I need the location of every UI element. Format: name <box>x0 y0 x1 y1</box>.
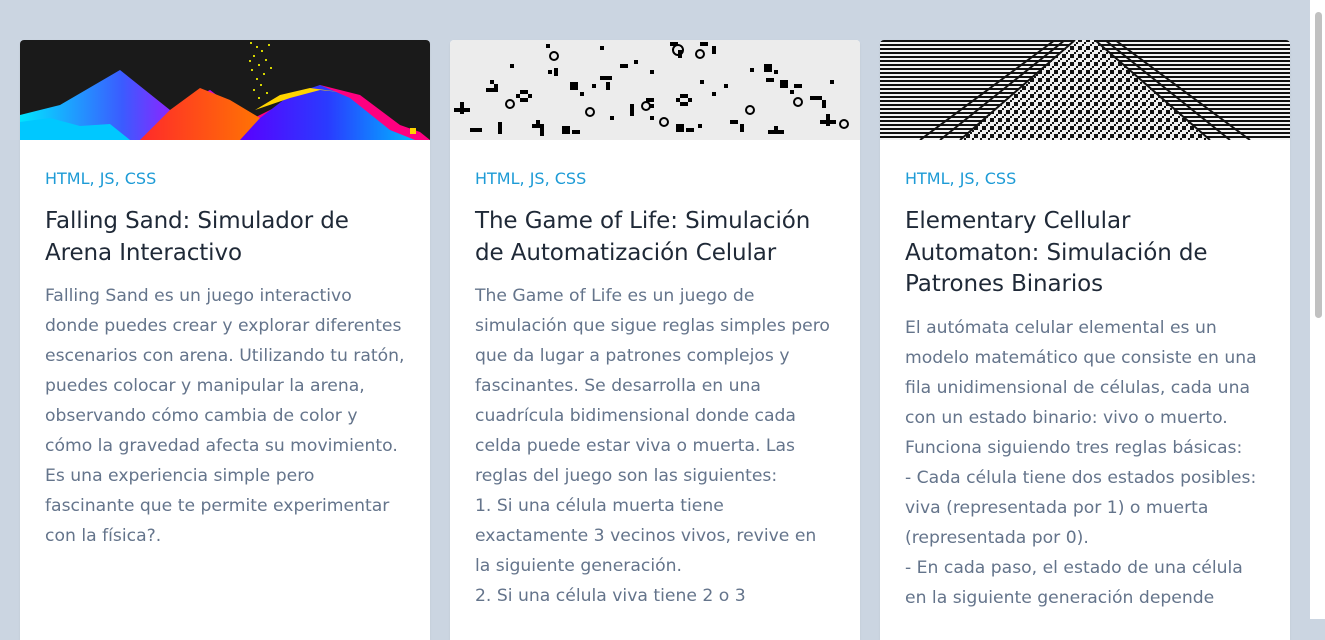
card-tags: HTML, JS, CSS <box>475 169 587 188</box>
project-card-cellular-automaton[interactable]: HTML, JS, CSS Elementary Cellular Automa… <box>880 40 1290 640</box>
card-description: Falling Sand es un juego interactivo don… <box>45 286 405 546</box>
page-scrollbar[interactable] <box>1310 0 1325 619</box>
card-title[interactable]: The Game of Life: Simulación de Automati… <box>475 206 835 269</box>
card-description: El autómata celular elemental es un mode… <box>905 317 1257 608</box>
card-tags: HTML, JS, CSS <box>905 169 1017 188</box>
game-of-life-preview-image[interactable] <box>450 40 860 140</box>
card-title[interactable]: Falling Sand: Simulador de Arena Interac… <box>45 206 405 269</box>
card-content: HTML, JS, CSS Falling Sand: Simulador de… <box>20 140 430 551</box>
scrollbar-thumb[interactable] <box>1315 12 1322 318</box>
project-card-game-of-life[interactable]: HTML, JS, CSS The Game of Life: Simulaci… <box>450 40 860 640</box>
card-content: HTML, JS, CSS The Game of Life: Simulaci… <box>450 140 860 611</box>
falling-sand-preview-image[interactable] <box>20 40 430 140</box>
card-tags: HTML, JS, CSS <box>45 169 157 188</box>
card-description: The Game of Life es un juego de simulaci… <box>475 286 830 606</box>
cellular-automaton-preview-image[interactable] <box>880 40 1290 140</box>
card-content: HTML, JS, CSS Elementary Cellular Automa… <box>880 140 1290 613</box>
project-grid: HTML, JS, CSS Falling Sand: Simulador de… <box>20 40 1290 640</box>
project-card-falling-sand[interactable]: HTML, JS, CSS Falling Sand: Simulador de… <box>20 40 430 640</box>
card-title[interactable]: Elementary Cellular Automaton: Simulació… <box>905 206 1265 301</box>
